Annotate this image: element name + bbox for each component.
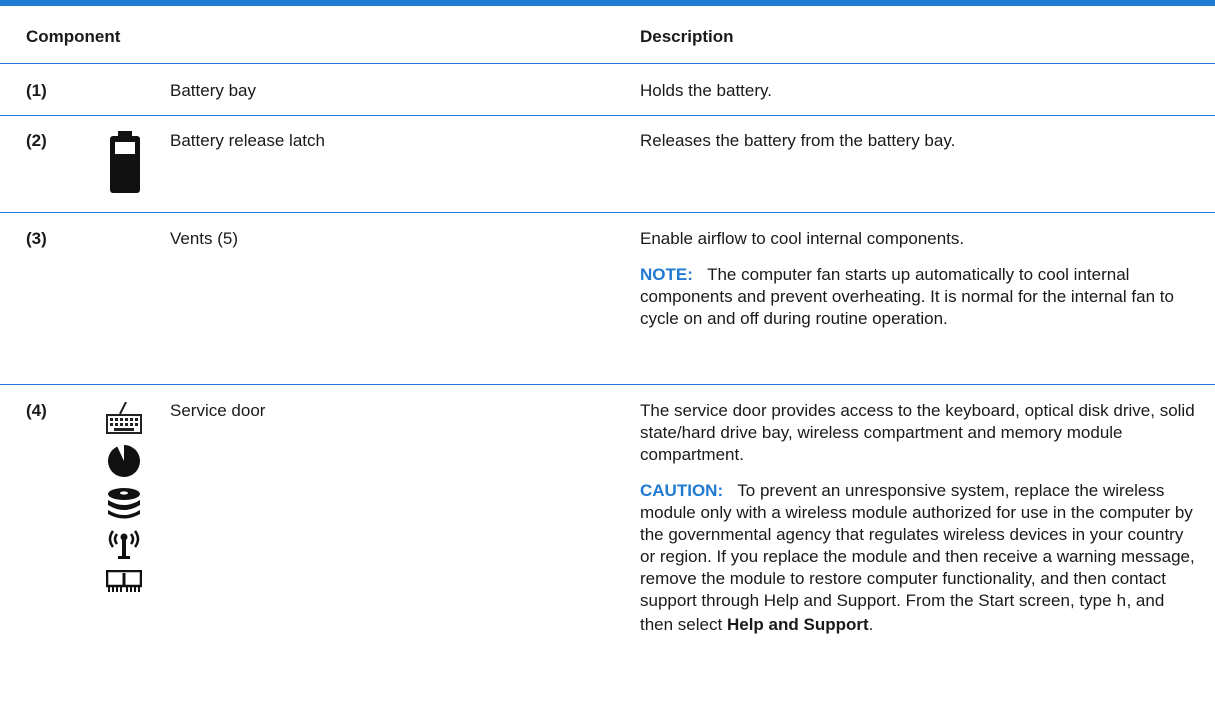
row-number: (3) <box>26 229 47 248</box>
component-name: Battery bay <box>170 81 256 100</box>
column-header-component: Component <box>26 27 121 46</box>
component-description-block: The service door provides access to the … <box>640 400 1200 636</box>
component-description: Enable airflow to cool internal componen… <box>640 229 965 248</box>
caution-key: h <box>1116 593 1127 612</box>
note-label: NOTE: <box>640 265 693 284</box>
component-name: Battery release latch <box>170 131 325 150</box>
caution-text: To prevent an unresponsive system, repla… <box>640 481 1195 610</box>
table-top-rule <box>0 0 1215 6</box>
caution-paragraph: CAUTION: To prevent an unresponsive syst… <box>640 480 1200 636</box>
caution-label: CAUTION: <box>640 481 724 500</box>
row-divider <box>0 212 1215 213</box>
column-header-description: Description <box>640 27 734 46</box>
component-description: Holds the battery. <box>640 81 772 100</box>
note-text: The computer fan starts up automatically… <box>640 265 1174 328</box>
component-description: The service door provides access to the … <box>640 401 1195 464</box>
row-number: (1) <box>26 81 47 100</box>
component-description-block: Enable airflow to cool internal componen… <box>640 228 1200 330</box>
drive-stack-icon <box>108 488 140 519</box>
help-and-support-label: Help and Support <box>726 615 869 634</box>
row-number: (4) <box>26 401 47 420</box>
note-paragraph: NOTE: The computer fan starts up automat… <box>640 264 1200 330</box>
keyboard-icon <box>106 402 142 434</box>
row-number: (2) <box>26 131 47 150</box>
optical-disc-icon <box>108 444 140 477</box>
battery-icon <box>110 131 140 193</box>
wireless-antenna-icon <box>108 530 140 559</box>
caution-end: . <box>868 615 874 634</box>
row-divider <box>0 115 1215 116</box>
header-divider <box>0 63 1215 64</box>
row-divider <box>0 384 1215 385</box>
component-name: Service door <box>170 401 266 420</box>
component-description: Releases the battery from the battery ba… <box>640 131 956 150</box>
memory-module-icon <box>106 570 142 592</box>
component-name: Vents (5) <box>170 229 239 248</box>
